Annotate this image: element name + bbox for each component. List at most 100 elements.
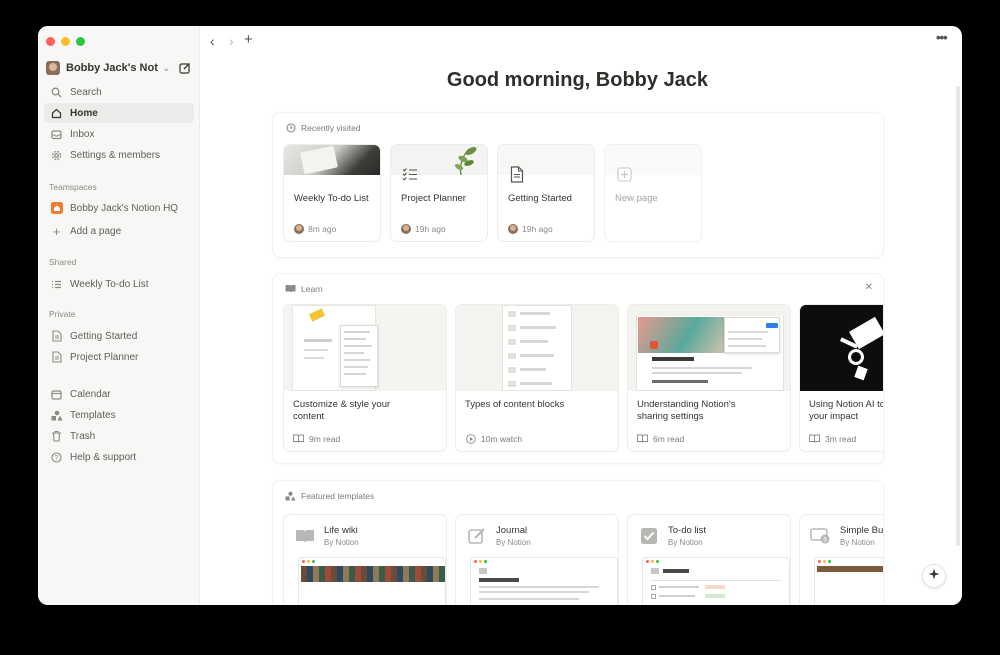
list-icon [50, 278, 63, 291]
new-page-icon[interactable] [178, 61, 192, 75]
recent-card-weekly-todo[interactable]: Weekly To-do List 8m ago [283, 144, 381, 242]
thumbnail [628, 305, 790, 391]
template-card-todo-list[interactable]: To-do list By Notion [627, 514, 791, 605]
sidebar-item-inbox[interactable]: Inbox [44, 124, 194, 144]
sidebar-item-help[interactable]: ? Help & support [44, 447, 194, 467]
sidebar-item-home[interactable]: Home [44, 103, 194, 123]
learn-card-sharing[interactable]: Understanding Notion's sharing settings … [627, 304, 791, 452]
template-author: By Notion [496, 538, 531, 547]
window-controls [46, 37, 85, 46]
close-icon[interactable]: ✕ [865, 282, 873, 293]
template-name: Simple Bu [840, 525, 884, 536]
back-icon[interactable]: ‹ [210, 33, 215, 49]
sidebar-item-project-planner[interactable]: Project Planner [44, 347, 194, 367]
sidebar-item-label: Settings & members [70, 149, 161, 161]
workspace-switcher[interactable]: Bobby Jack's Not... ⌄ [46, 58, 192, 78]
card-time: 19h ago [401, 224, 446, 234]
plus-box-icon [615, 165, 633, 183]
page-icon [50, 330, 63, 343]
recently-visited-panel: Recently visited Weekly To-do List 8m ag… [272, 112, 884, 258]
template-preview [470, 557, 618, 605]
sidebar-item-calendar[interactable]: Calendar [44, 384, 194, 404]
forward-icon[interactable]: › [229, 33, 234, 49]
gear-icon [50, 149, 63, 162]
sidebar-item-getting-started[interactable]: Getting Started [44, 326, 194, 346]
sidebar-item-label: Add a page [70, 225, 122, 237]
sidebar-item-label: Getting Started [70, 330, 138, 342]
page-icon [50, 351, 63, 364]
svg-text:?: ? [55, 455, 59, 462]
card-title: Getting Started [508, 193, 572, 204]
template-author: By Notion [324, 538, 359, 547]
time-label: 19h ago [522, 224, 553, 234]
card-title: Customize & style your content [293, 399, 391, 422]
home-icon [50, 107, 63, 120]
template-name: Journal [496, 525, 528, 536]
new-page-card[interactable]: New page [604, 144, 702, 242]
learn-card-content-blocks[interactable]: Types of content blocks 10m watch [455, 304, 619, 452]
card-time: 19h ago [508, 224, 553, 234]
learn-card-notion-ai[interactable]: Using Notion AI to your impact 3m read [799, 304, 883, 452]
card-title: Project Planner [401, 193, 466, 204]
avatar [46, 61, 60, 75]
book-icon [294, 525, 316, 547]
template-card-journal[interactable]: Journal By Notion [455, 514, 619, 605]
notion-ai-button[interactable] [922, 564, 946, 588]
card-time: 8m ago [294, 224, 336, 234]
learn-header: Learn [285, 283, 323, 294]
template-card-life-wiki[interactable]: Life wiki By Notion [283, 514, 447, 605]
minimize-window-button[interactable] [61, 37, 70, 46]
template-preview [814, 557, 883, 605]
learn-card-customize[interactable]: Customize & style your content 9m read [283, 304, 447, 452]
pencil-icon [466, 525, 488, 547]
sidebar-item-settings[interactable]: Settings & members [44, 145, 194, 165]
template-name: Life wiki [324, 525, 358, 536]
learn-panel: Learn ✕ Customize & style your content 9… [272, 273, 884, 464]
recent-card-project-planner[interactable]: Project Planner 19h ago [390, 144, 488, 242]
zoom-window-button[interactable] [76, 37, 85, 46]
section-heading: Recently visited [301, 122, 361, 133]
section-label-private: Private [49, 309, 76, 319]
card-meta: 9m read [293, 433, 340, 444]
template-preview [298, 557, 446, 605]
sidebar-item-trash[interactable]: Trash [44, 426, 194, 446]
scrollbar[interactable] [956, 86, 960, 546]
calendar-icon [50, 388, 63, 401]
page-title: Good morning, Bobby Jack [446, 69, 709, 91]
checkbox-icon [638, 525, 660, 547]
sidebar-item-teamspace[interactable]: Bobby Jack's Notion HQ [44, 198, 194, 218]
time-label: 19h ago [415, 224, 446, 234]
sidebar-item-weekly-todo[interactable]: Weekly To-do List [44, 274, 194, 294]
sidebar-item-label: Trash [70, 430, 96, 442]
book-icon [293, 433, 304, 444]
recent-card-getting-started[interactable]: Getting Started 19h ago [497, 144, 595, 242]
close-window-button[interactable] [46, 37, 55, 46]
time-label: 8m ago [308, 224, 337, 234]
workspace-name: Bobby Jack's Not... [66, 62, 159, 74]
book-icon [637, 433, 648, 444]
new-tab-icon[interactable]: + [244, 31, 253, 48]
trash-icon [50, 430, 63, 443]
card-title: Types of content blocks [465, 399, 565, 410]
book-icon [285, 283, 296, 294]
play-icon [465, 433, 476, 444]
watch-time: 10m watch [481, 433, 523, 444]
cover-image [284, 145, 380, 175]
template-preview [642, 557, 790, 605]
section-label-teamspaces: Teamspaces [49, 182, 97, 192]
template-card-simple-budget[interactable]: $ Simple Bu By Notion [799, 514, 884, 605]
read-time: 6m read [653, 433, 685, 444]
featured-templates-header: Featured templates [285, 490, 374, 501]
sidebar-item-search[interactable]: Search [44, 82, 194, 102]
inbox-icon [50, 128, 63, 141]
more-options-icon[interactable]: ••• [936, 30, 948, 45]
sidebar-item-label: Bobby Jack's Notion HQ [70, 202, 179, 214]
plus-icon: + [52, 223, 61, 239]
sparkle-icon [928, 567, 940, 585]
card-meta: 3m read [809, 433, 856, 444]
sidebar-item-add-page[interactable]: + Add a page [44, 221, 194, 241]
template-author: By Notion [840, 538, 875, 547]
sidebar-item-templates[interactable]: Templates [44, 405, 194, 425]
sidebar-item-label: Calendar [70, 388, 111, 400]
sidebar-item-label: Search [70, 86, 102, 98]
